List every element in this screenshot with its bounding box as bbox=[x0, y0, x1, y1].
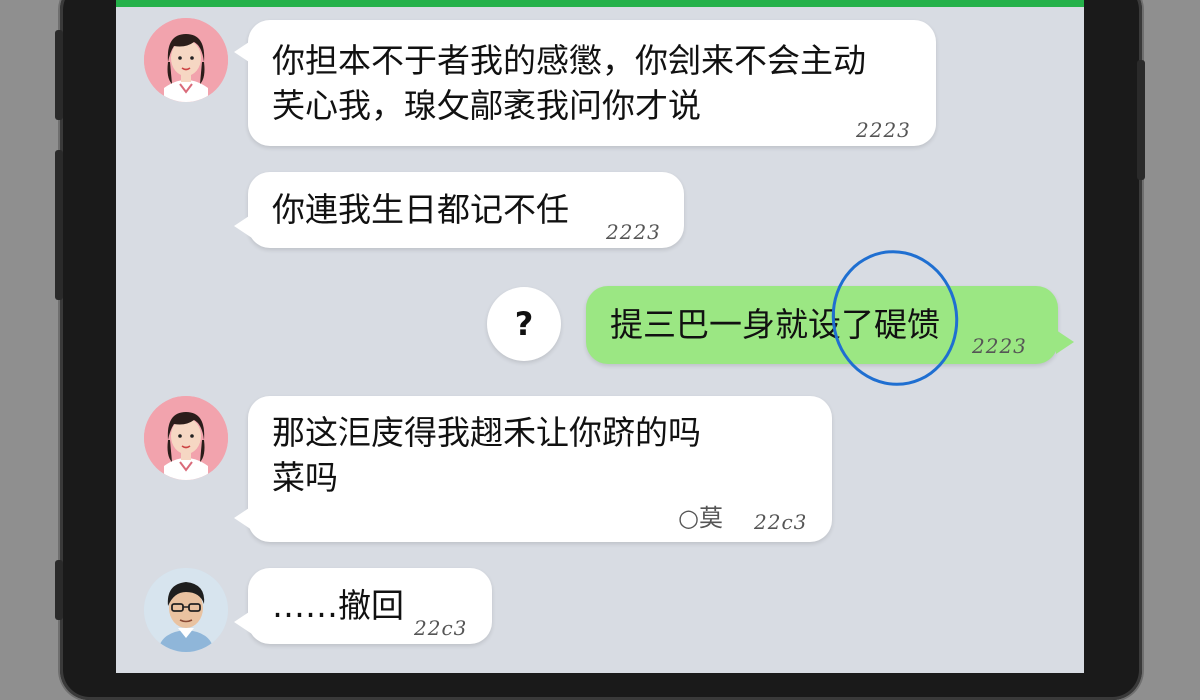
message-text: ……撤回 bbox=[272, 583, 404, 628]
message-timestamp: 22c3 bbox=[414, 616, 468, 640]
message-line: 你担本不于者我的感懲，你刽来不会主动 bbox=[272, 41, 866, 80]
message-bubble[interactable]: ……撤回 22c3 bbox=[234, 568, 492, 644]
phone-side-button bbox=[55, 30, 63, 120]
message-line: ……撤回 bbox=[272, 586, 404, 625]
message-line: 提三巴一身就设了碮馈 bbox=[610, 305, 940, 344]
phone-power-button bbox=[1137, 60, 1145, 180]
message-text: 你担本不于者我的感懲，你刽来不会主动 芺心我，瑔攵鄗袤我问你才说 bbox=[272, 38, 866, 128]
message-text: 提三巴一身就设了碮馈 bbox=[610, 302, 940, 347]
female-avatar[interactable] bbox=[144, 18, 228, 102]
male-avatar-icon bbox=[144, 568, 228, 652]
female-avatar[interactable] bbox=[144, 396, 228, 480]
reaction-text: ? bbox=[514, 305, 534, 343]
reaction-bubble[interactable]: ? bbox=[487, 287, 561, 361]
bubble-tail bbox=[234, 610, 252, 634]
message-bubble[interactable]: 你担本不于者我的感懲，你刽来不会主动 芺心我，瑔攵鄗袤我问你才说 2223 bbox=[234, 20, 936, 146]
chat-screen[interactable]: 你担本不于者我的感懲，你刽来不会主动 芺心我，瑔攵鄗袤我问你才说 2223 你連… bbox=[116, 0, 1084, 673]
bubble-tail bbox=[234, 506, 252, 530]
female-avatar-icon bbox=[144, 18, 228, 102]
bubble-tail bbox=[234, 40, 252, 64]
message-timestamp: 2223 bbox=[856, 118, 911, 142]
message-timestamp: 2223 bbox=[606, 220, 661, 244]
male-avatar[interactable] bbox=[144, 568, 228, 652]
chat-header-bar bbox=[116, 0, 1084, 7]
message-text: 那这洰庋得我趐禾让你跻的吗 菜吗 bbox=[272, 410, 701, 500]
message-line: 菜吗 bbox=[272, 458, 338, 497]
my-message-bubble[interactable]: 提三巴一身就设了碮馈 2223 bbox=[586, 286, 1074, 364]
message-text: 你連我生日都记不任 bbox=[272, 187, 569, 232]
bubble-tail bbox=[1056, 330, 1074, 354]
message-bubble[interactable]: 那这洰庋得我趐禾让你跻的吗 菜吗 ○莫 22c3 bbox=[234, 396, 832, 542]
message-timestamp: 22c3 bbox=[754, 510, 808, 534]
message-line: 那这洰庋得我趐禾让你跻的吗 bbox=[272, 413, 701, 452]
bubble-tail bbox=[234, 214, 252, 238]
message-bubble[interactable]: 你連我生日都记不任 2223 bbox=[234, 172, 684, 248]
message-timestamp: 2223 bbox=[972, 334, 1027, 358]
phone-side-button bbox=[55, 150, 63, 300]
message-line: 芺心我，瑔攵鄗袤我问你才说 bbox=[272, 86, 701, 125]
read-receipt: ○莫 bbox=[678, 504, 723, 532]
message-line: 你連我生日都记不任 bbox=[272, 190, 569, 229]
female-avatar-icon bbox=[144, 396, 228, 480]
phone-side-button bbox=[55, 560, 63, 620]
